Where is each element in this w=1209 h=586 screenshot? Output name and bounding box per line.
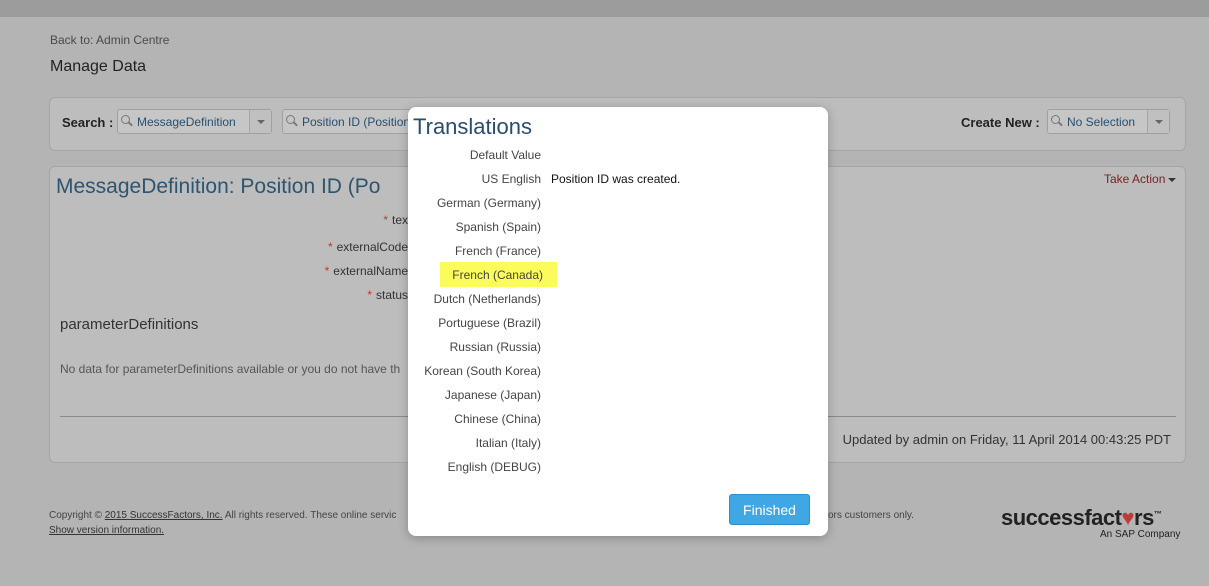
search-icon xyxy=(286,115,297,126)
translation-row: Chinese (China) xyxy=(408,407,828,431)
search-icon xyxy=(1051,115,1062,126)
create-new-value: No Selection xyxy=(1067,115,1136,129)
language-label: Russian (Russia) xyxy=(449,340,541,354)
field-label-external-name: * externalName xyxy=(324,264,408,278)
language-label: French (Canada) xyxy=(440,262,557,287)
translation-value[interactable]: Position ID was created. xyxy=(551,172,680,186)
required-marker: * xyxy=(324,264,330,278)
caret-down-icon xyxy=(1168,177,1177,182)
chevron-down-icon[interactable] xyxy=(249,110,271,133)
language-label: French (France) xyxy=(454,244,541,258)
page-title: Manage Data xyxy=(50,58,147,75)
translation-row: Portuguese (Brazil) xyxy=(408,311,828,335)
field-label-external-code: * externalCode xyxy=(327,240,408,254)
translation-row: French (France) xyxy=(408,239,828,263)
object-type-value: MessageDefinition xyxy=(137,115,236,129)
section-title: parameterDefinitions xyxy=(60,316,199,333)
translation-row: German (Germany) xyxy=(408,191,828,215)
language-label: German (Germany) xyxy=(436,196,541,210)
translation-row: French (Canada) xyxy=(408,262,828,287)
chevron-down-icon[interactable] xyxy=(1147,110,1169,133)
translation-row: Japanese (Japan) xyxy=(408,383,828,407)
translation-row: Korean (South Korea) xyxy=(408,359,828,383)
object-instance-select[interactable]: Position ID (Position xyxy=(282,109,412,134)
no-data-message: No data for parameterDefinitions availab… xyxy=(60,362,401,376)
language-label: Spanish (Spain) xyxy=(455,220,541,234)
back-to-admin-centre-link[interactable]: Back to: Admin Centre xyxy=(50,33,169,47)
language-label: Dutch (Netherlands) xyxy=(433,292,541,306)
translation-row: Italian (Italy) xyxy=(408,431,828,455)
copyright-text: Copyright © 2015 SuccessFactors, Inc. Al… xyxy=(49,510,397,521)
show-version-link[interactable]: Show version information. xyxy=(49,525,164,536)
language-label: Japanese (Japan) xyxy=(444,388,541,402)
search-label: Search : xyxy=(62,115,114,130)
successfactors-logo: successfact♥rs™ An SAP Company xyxy=(1001,505,1181,540)
translation-row: English (DEBUG) xyxy=(408,455,828,479)
translation-row: Russian (Russia) xyxy=(408,335,828,359)
top-bar xyxy=(0,0,1209,17)
required-marker: * xyxy=(383,213,388,227)
copyright-link[interactable]: 2015 SuccessFactors, Inc. xyxy=(105,510,223,521)
object-type-select[interactable]: MessageDefinition xyxy=(117,109,272,134)
required-marker: * xyxy=(367,288,372,302)
finished-button[interactable]: Finished xyxy=(729,494,810,525)
required-marker: * xyxy=(327,240,333,254)
object-instance-value: Position ID (Position xyxy=(302,115,410,129)
language-label: Default Value xyxy=(469,148,541,162)
language-label: Italian (Italy) xyxy=(475,436,541,450)
create-new-select[interactable]: No Selection xyxy=(1047,109,1170,134)
translation-row: Spanish (Spain) xyxy=(408,215,828,239)
language-label: US English xyxy=(481,172,541,186)
language-label: Chinese (China) xyxy=(454,412,541,426)
field-label-status: * status xyxy=(367,288,408,302)
field-label-text: * tex xyxy=(383,213,408,227)
translation-row: Dutch (Netherlands) xyxy=(408,287,828,311)
translations-dialog: Translations Default Value US English Posi… xyxy=(408,107,828,536)
translation-row: US English Position ID was created. xyxy=(408,167,828,191)
dialog-title: Translations xyxy=(413,114,533,139)
create-new-label: Create New : xyxy=(961,115,1040,130)
updated-info: Updated by admin on Friday, 11 April 201… xyxy=(842,432,1171,447)
copyright-tail: ors customers only. xyxy=(828,510,914,521)
record-title: MessageDefinition: Position ID (Po xyxy=(56,175,381,198)
language-label: Portuguese (Brazil) xyxy=(438,316,541,330)
logo-subtitle: An SAP Company xyxy=(1100,529,1181,540)
language-label: English (DEBUG) xyxy=(447,460,541,474)
search-icon xyxy=(121,115,132,126)
language-label: Korean (South Korea) xyxy=(424,364,541,378)
translation-row: Default Value xyxy=(408,143,828,167)
take-action-menu[interactable]: Take Action xyxy=(1104,172,1177,186)
take-action-label: Take Action xyxy=(1104,172,1166,186)
